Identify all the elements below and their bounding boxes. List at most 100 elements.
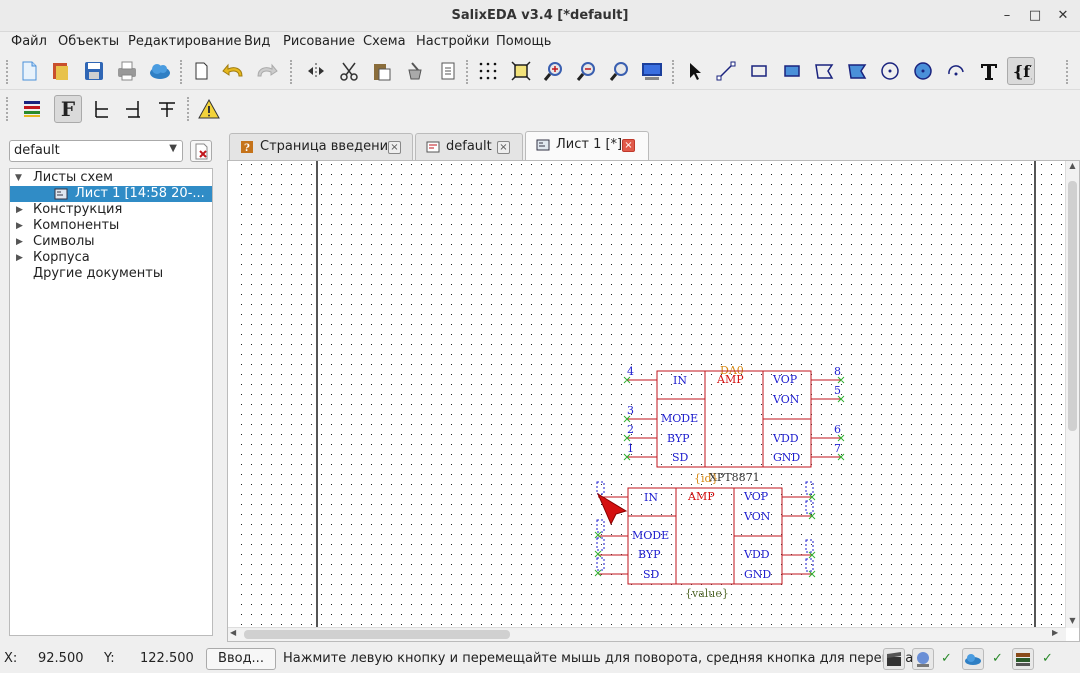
scroll-left-icon[interactable]: ◀ bbox=[230, 628, 242, 637]
help-book-icon: ? bbox=[241, 141, 253, 154]
tree-item-symbols[interactable]: ▶ Символы bbox=[10, 234, 212, 250]
align-top-icon[interactable] bbox=[153, 95, 181, 123]
filled-circle-icon[interactable] bbox=[909, 57, 937, 85]
filled-rect-icon[interactable] bbox=[778, 57, 806, 85]
zoom-fit-icon[interactable] bbox=[507, 57, 535, 85]
toolbar-grip[interactable] bbox=[290, 60, 294, 84]
save-icon[interactable] bbox=[80, 57, 108, 85]
select-icon[interactable] bbox=[680, 57, 708, 85]
vertical-scrollbar[interactable]: ▲ ▼ bbox=[1065, 161, 1079, 628]
check-icon: ✓ bbox=[941, 651, 952, 666]
toolbar-grip[interactable] bbox=[187, 97, 191, 121]
toolbar-grip[interactable] bbox=[6, 97, 10, 121]
cloud-status-icon[interactable] bbox=[962, 648, 984, 670]
expand-right-icon[interactable]: ▶ bbox=[16, 250, 23, 266]
project-icon bbox=[426, 141, 440, 153]
paste-icon[interactable] bbox=[368, 57, 396, 85]
zoom-region-icon[interactable] bbox=[606, 57, 634, 85]
field-icon[interactable]: {f} bbox=[1007, 57, 1035, 85]
tree-item-sheets[interactable]: ▼ Листы схем bbox=[10, 170, 212, 186]
clapper-icon[interactable] bbox=[883, 648, 905, 670]
line-icon[interactable] bbox=[712, 57, 740, 85]
text-icon[interactable] bbox=[975, 57, 1003, 85]
tree-item-label: Символы bbox=[33, 234, 95, 249]
minimize-button[interactable]: – bbox=[997, 6, 1017, 26]
scroll-up-icon[interactable]: ▲ bbox=[1067, 161, 1078, 173]
tree-item-label: Конструкция bbox=[33, 202, 123, 217]
pin-name: IN bbox=[673, 374, 687, 387]
warning-icon[interactable] bbox=[195, 95, 223, 123]
arc-icon[interactable] bbox=[942, 57, 970, 85]
menu-view[interactable]: Вид bbox=[244, 34, 270, 49]
grid-icon[interactable] bbox=[474, 57, 502, 85]
network-icon[interactable] bbox=[912, 648, 934, 670]
align-left-icon[interactable] bbox=[88, 95, 116, 123]
monitor-icon[interactable] bbox=[638, 57, 666, 85]
expand-right-icon[interactable]: ▶ bbox=[16, 234, 23, 250]
align-center-icon[interactable] bbox=[120, 95, 148, 123]
toolbar-grip[interactable] bbox=[1066, 60, 1070, 84]
properties-icon[interactable] bbox=[434, 57, 462, 85]
horizontal-scrollbar[interactable]: ◀ ▶ bbox=[228, 627, 1066, 641]
new-page-icon[interactable] bbox=[187, 57, 215, 85]
tree-item-packages[interactable]: ▶ Корпуса bbox=[10, 250, 212, 266]
toolbar-grip[interactable] bbox=[180, 60, 184, 84]
maximize-button[interactable]: □ bbox=[1025, 6, 1045, 26]
open-project-icon[interactable] bbox=[47, 57, 75, 85]
project-combo[interactable]: default ▼ bbox=[9, 140, 183, 162]
close-button[interactable]: ✕ bbox=[1053, 6, 1073, 26]
mirror-icon[interactable] bbox=[302, 57, 330, 85]
menu-schema[interactable]: Схема bbox=[363, 34, 406, 49]
filled-polygon-icon[interactable] bbox=[843, 57, 871, 85]
undo-icon[interactable] bbox=[220, 57, 248, 85]
rect-icon[interactable] bbox=[745, 57, 773, 85]
component-value-label: {value} bbox=[685, 587, 729, 600]
menu-edit[interactable]: Редактирование bbox=[128, 34, 241, 49]
redo-icon[interactable] bbox=[252, 57, 280, 85]
toolbar-grip[interactable] bbox=[672, 60, 676, 84]
menu-draw[interactable]: Рисование bbox=[283, 34, 355, 49]
tree-item-construction[interactable]: ▶ Конструкция bbox=[10, 202, 212, 218]
circle-icon[interactable] bbox=[876, 57, 904, 85]
tree-item-components[interactable]: ▶ Компоненты bbox=[10, 218, 212, 234]
tab-intro[interactable]: ? Страница введения × bbox=[229, 133, 413, 161]
tree-item-other-docs[interactable]: Другие документы bbox=[10, 266, 212, 282]
cloud-icon[interactable] bbox=[146, 57, 174, 85]
horizontal-scroll-thumb[interactable] bbox=[244, 630, 510, 639]
close-tab-icon[interactable]: × bbox=[388, 141, 401, 154]
scroll-down-icon[interactable]: ▼ bbox=[1067, 616, 1078, 628]
pin-number: 6 bbox=[834, 423, 841, 436]
scroll-right-icon[interactable]: ▶ bbox=[1052, 628, 1064, 637]
menu-objects[interactable]: Объекты bbox=[58, 34, 119, 49]
menu-file[interactable]: Файл bbox=[11, 34, 47, 49]
toolbar-grip[interactable] bbox=[466, 60, 470, 84]
close-tab-icon[interactable]: × bbox=[497, 141, 510, 154]
tree-item-sheet-1[interactable]: Лист 1 [14:58 20-... bbox=[10, 186, 212, 202]
layers-icon[interactable] bbox=[18, 95, 46, 123]
clean-icon[interactable] bbox=[401, 57, 429, 85]
input-button[interactable]: Ввод... bbox=[206, 648, 276, 670]
schematic-canvas[interactable]: DA0 AMP IN MODE BYP SD VOP VON VDD GND 4… bbox=[228, 161, 1066, 628]
zoom-in-icon[interactable] bbox=[540, 57, 568, 85]
new-file-icon[interactable] bbox=[15, 57, 43, 85]
tab-sheet-1[interactable]: Лист 1 [*] × bbox=[525, 131, 649, 162]
tab-default[interactable]: default × bbox=[415, 133, 523, 161]
menu-help[interactable]: Помощь bbox=[496, 34, 551, 49]
close-project-button[interactable] bbox=[190, 140, 212, 162]
print-icon[interactable] bbox=[113, 57, 141, 85]
expand-right-icon[interactable]: ▶ bbox=[16, 202, 23, 218]
close-tab-icon[interactable]: × bbox=[622, 139, 635, 152]
expand-right-icon[interactable]: ▶ bbox=[16, 218, 23, 234]
library-icon[interactable] bbox=[1012, 648, 1034, 670]
field-text-icon[interactable]: F bbox=[54, 95, 82, 123]
schematic-drawing[interactable]: DA0 AMP IN MODE BYP SD VOP VON VDD GND 4… bbox=[228, 161, 1066, 628]
zoom-out-icon[interactable] bbox=[573, 57, 601, 85]
project-tree[interactable]: ▼ Листы схем Лист 1 [14:58 20-... ▶ Конс… bbox=[9, 168, 213, 636]
cut-icon[interactable] bbox=[335, 57, 363, 85]
schematic-editor[interactable]: DA0 AMP IN MODE BYP SD VOP VON VDD GND 4… bbox=[227, 160, 1080, 642]
expand-down-icon[interactable]: ▼ bbox=[15, 170, 22, 186]
polygon-icon[interactable] bbox=[810, 57, 838, 85]
vertical-scroll-thumb[interactable] bbox=[1068, 181, 1077, 431]
toolbar-grip[interactable] bbox=[6, 60, 10, 84]
menu-settings[interactable]: Настройки bbox=[416, 34, 489, 49]
